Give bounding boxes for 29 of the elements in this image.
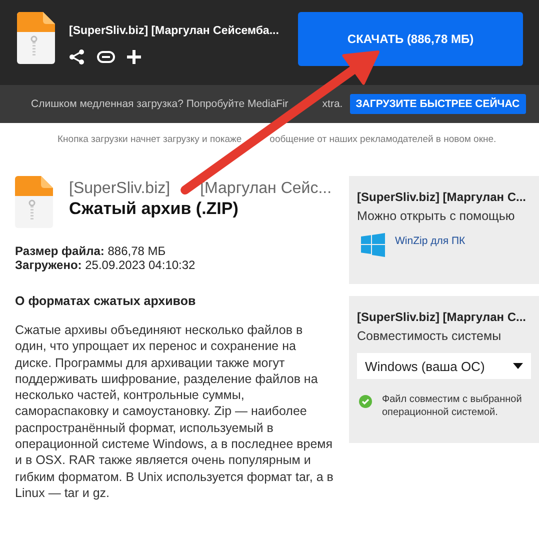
file-name: [SuperSliv.biz] <box>69 180 170 198</box>
faster-download-button[interactable]: ЗАГРУЗИТЕ БЫСТРЕЕ СЕЙЧАС <box>350 94 526 114</box>
windows-icon <box>361 233 385 257</box>
file-detail: Загружено: 25.09.2023 04:10:32 <box>15 258 196 272</box>
link-icon[interactable] <box>97 51 115 63</box>
check-icon <box>359 395 372 408</box>
promo-text: Слишком медленная загрузка? Попробуйте MediaFir <box>31 98 288 110</box>
compatibility-text: Файл совместим с выбранной операционной системой. <box>382 393 523 419</box>
app-link[interactable]: WinZip для ПК <box>395 235 466 247</box>
description-text: Сжатые архивы объединяют несколько файлов в один, что упрощает их перенос и сохранение на диске. Программы для архивации также могут поддерживать шифрование, разделение файлов на несколько частей, контрольные суммы, самораспаковку и самоустановку. Zip — наиболее распространённый формат, используемый в операционной системе Windows, а в последнее время и в OSX. RAR также является очень популярным и гибким форматом. В Unix используется формат tar, а в Linux — tar и gz. <box>15 322 334 502</box>
panel-subtitle: Совместимость системы <box>357 329 502 343</box>
panel-title: [SuperSliv.biz] [Маргулан С... <box>357 190 527 204</box>
file-type: Сжатый архив (.ZIP) <box>69 199 240 219</box>
file-detail: Размер файла: 886,78 МБ <box>15 244 167 258</box>
dropdown-caret-icon <box>513 363 523 369</box>
share-icon[interactable] <box>69 49 85 65</box>
download-button[interactable]: СКАЧАТЬ (886,78 МБ) <box>298 12 523 66</box>
notice-text: ообщение от наших рекламодателей в новом окне. <box>270 134 496 145</box>
notice-text: Кнопка загрузки начнет загрузку и покаже <box>58 134 242 145</box>
add-icon[interactable] <box>127 50 141 64</box>
panel-title: [SuperSliv.biz] [Маргулан С... <box>357 310 527 324</box>
zip-file-icon <box>15 176 53 228</box>
panel-subtitle: Можно открыть с помощью <box>357 209 516 223</box>
file-name: [Маргулан Сейс... <box>200 180 332 198</box>
promo-text: xtra. <box>322 98 343 110</box>
section-heading: О форматах сжатых архивов <box>15 294 197 308</box>
zip-file-icon <box>17 12 55 64</box>
file-name: [SuperSliv.biz] [Маргулан Сейсемба... <box>69 25 279 37</box>
os-dropdown[interactable]: Windows (ваша ОС) <box>357 353 531 379</box>
